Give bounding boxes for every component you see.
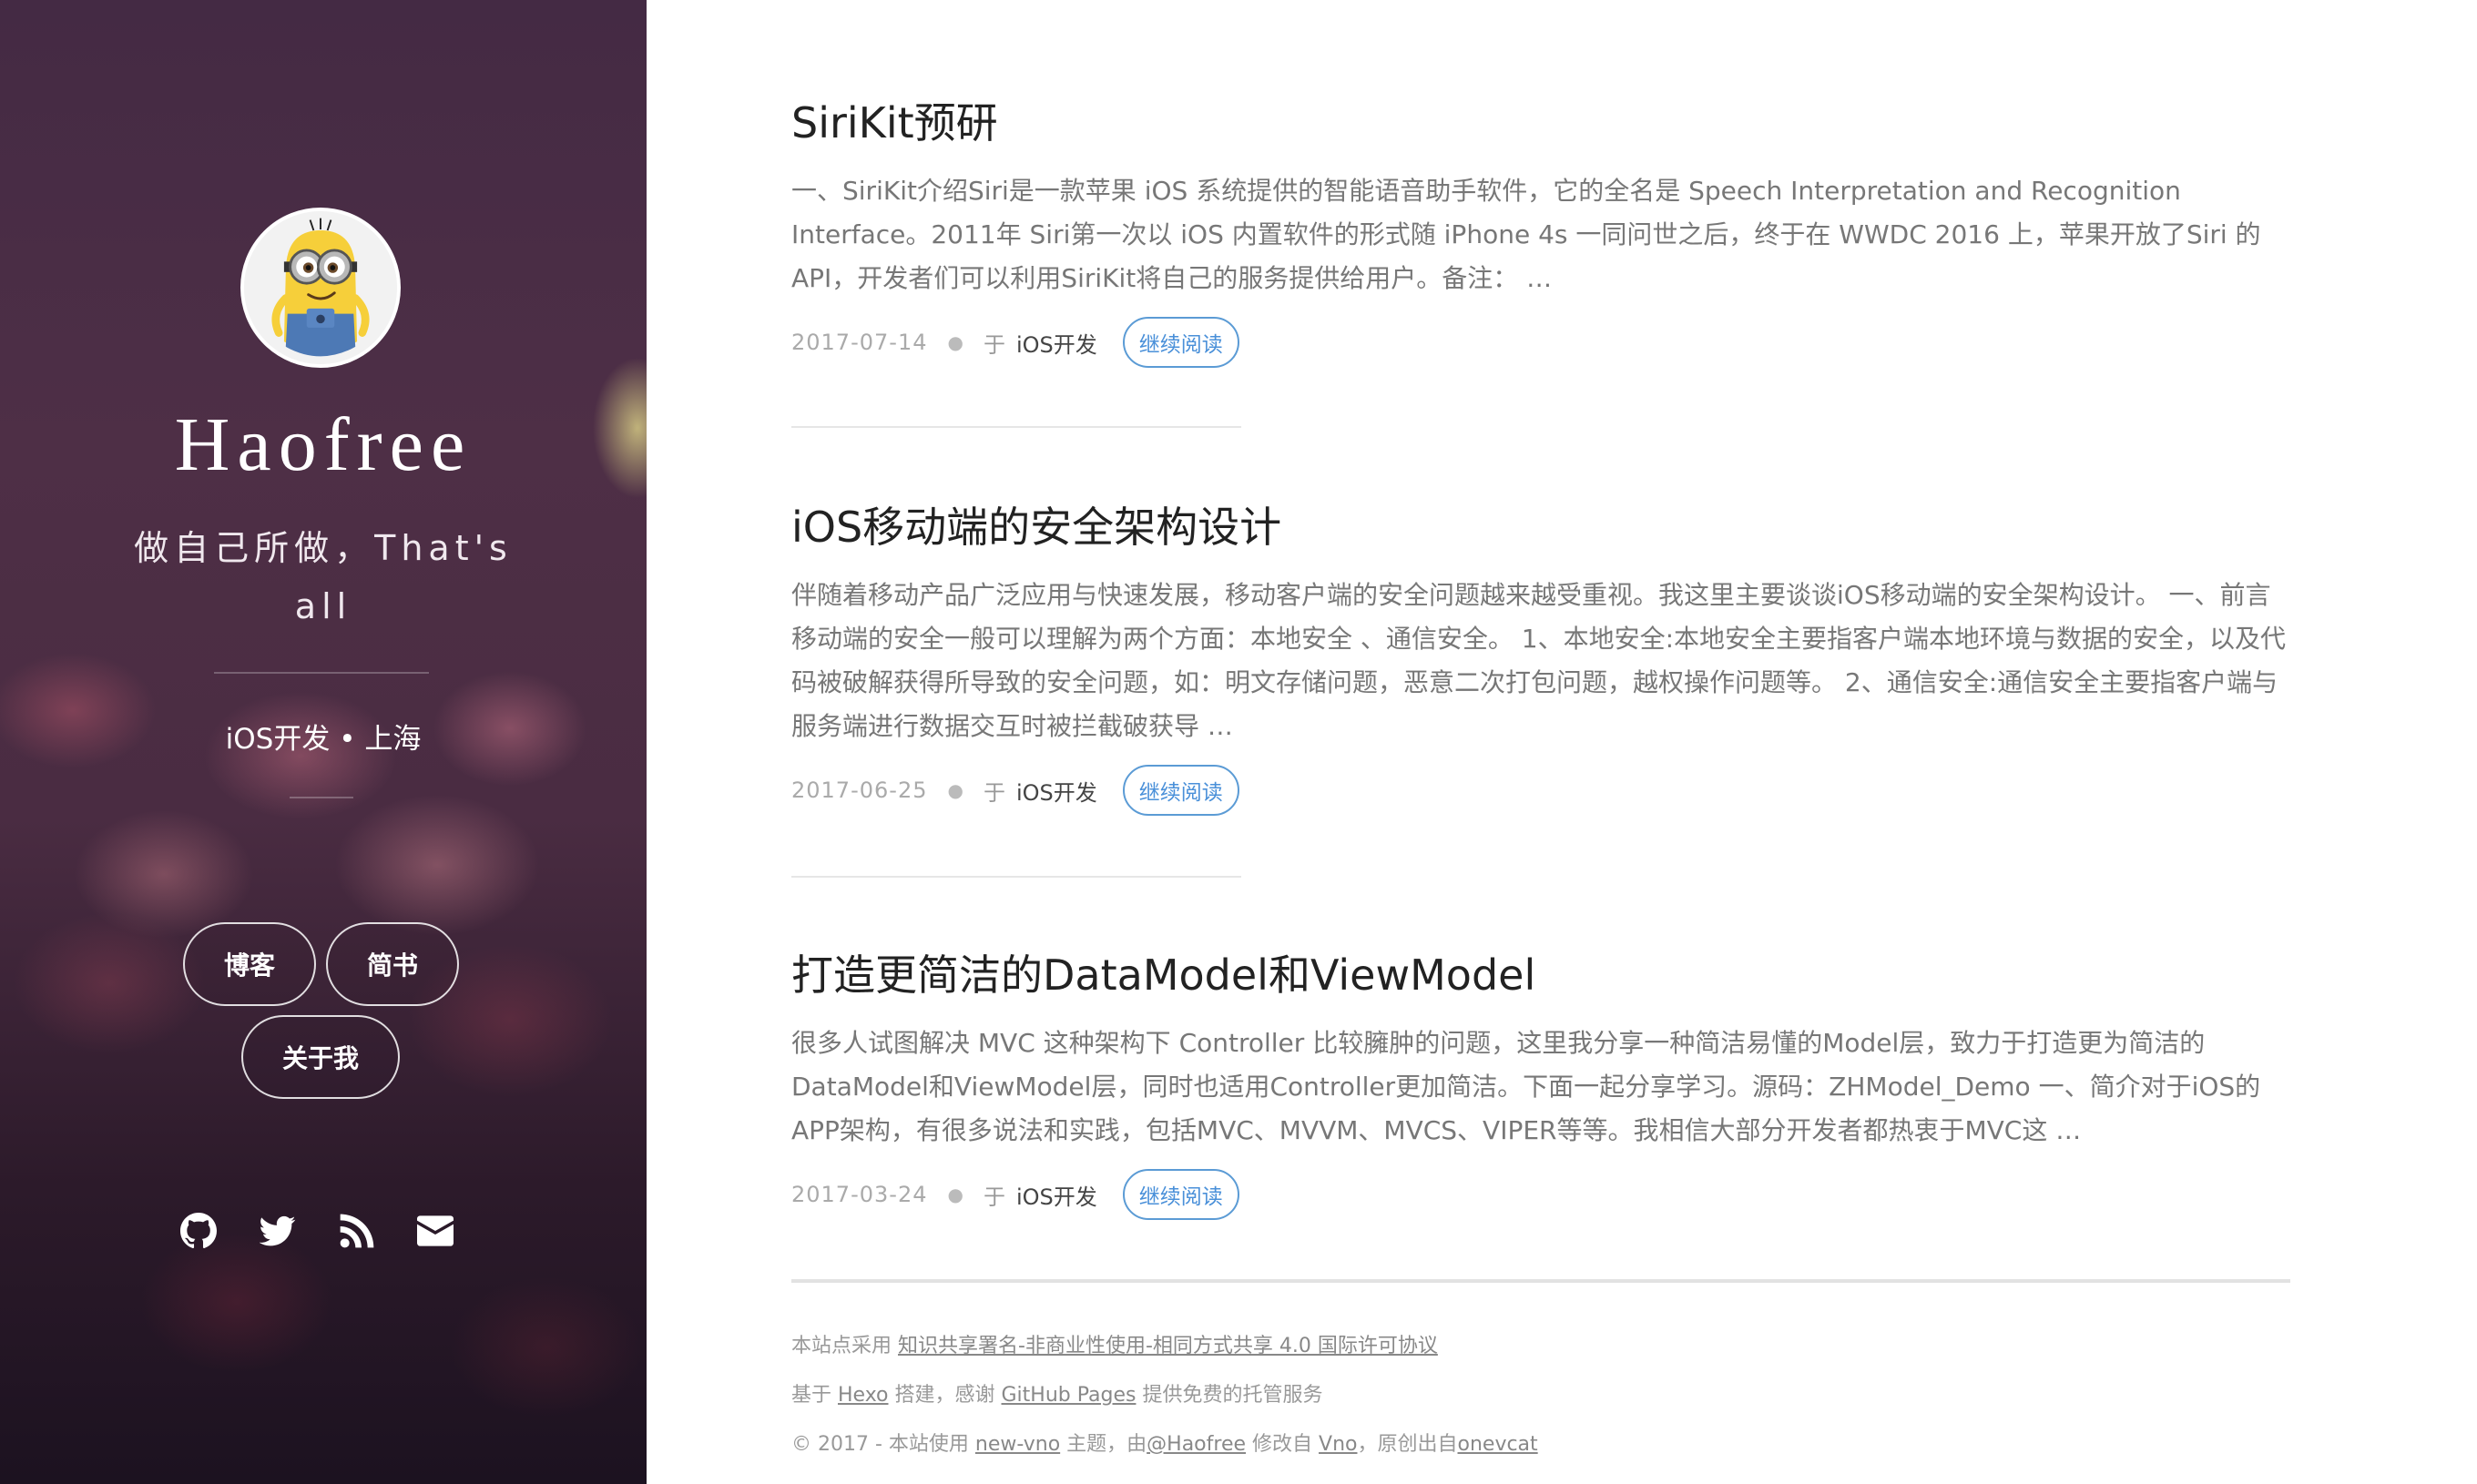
post-category-link[interactable]: iOS开发 xyxy=(1016,775,1097,807)
github-pages-link[interactable]: GitHub Pages xyxy=(1002,1384,1137,1407)
rss-icon[interactable] xyxy=(337,1211,377,1251)
nav-blog-button[interactable]: 博客 xyxy=(183,922,316,1006)
github-icon[interactable] xyxy=(178,1211,219,1251)
footer-text: 搭建，感谢 xyxy=(888,1384,1002,1407)
post-meta: 2017-06-25 ● 于 iOS开发 继续阅读 xyxy=(791,765,2294,816)
post-category-link[interactable]: iOS开发 xyxy=(1016,327,1097,359)
post-title[interactable]: SiriKit预研 xyxy=(791,102,2294,144)
post-title[interactable]: iOS移动端的安全架构设计 xyxy=(791,506,2294,548)
sidebar-divider-short xyxy=(290,797,353,798)
main-content: SiriKit预研 一、SiriKit介绍Siri是一款苹果 iOS 系统提供的… xyxy=(647,0,2477,1484)
footer-copyright: © 2017 - 本站使用 new-vno 主题，由@Haofree 修改自 V… xyxy=(791,1428,1538,1477)
license-link[interactable]: 知识共享署名-非商业性使用-相同方式共享 4.0 国际许可协议 xyxy=(898,1335,1438,1357)
theme-link[interactable]: new-vno xyxy=(975,1433,1060,1456)
post-date: 2017-06-25 xyxy=(791,778,928,803)
footer-text: 主题，由 xyxy=(1060,1433,1147,1456)
site-description: 做自己所做，That's all xyxy=(134,528,513,626)
footer-text: 修改自 xyxy=(1246,1433,1320,1456)
post-excerpt: 一、SiriKit介绍Siri是一款苹果 iOS 系统提供的智能语音助手软件，它… xyxy=(791,176,2261,293)
read-more-button[interactable]: 继续阅读 xyxy=(1122,317,1239,368)
bullet-icon: ● xyxy=(947,1184,963,1205)
read-more-button[interactable]: 继续阅读 xyxy=(1122,765,1239,816)
author-link[interactable]: @Haofree xyxy=(1147,1433,1246,1456)
post-meta: 2017-07-14 ● 于 iOS开发 继续阅读 xyxy=(791,317,2294,368)
post-item: SiriKit预研 一、SiriKit介绍Siri是一款苹果 iOS 系统提供的… xyxy=(791,102,2294,368)
site-meta: iOS开发 • 上海 xyxy=(225,723,422,756)
post-item: 打造更简洁的DataModel和ViewModel 很多人试图解决 MVC 这种… xyxy=(791,954,2294,1220)
sidebar-divider xyxy=(214,672,429,674)
post-meta-prefix: 于 xyxy=(983,331,1005,358)
footer-text: 提供免费的托管服务 xyxy=(1136,1384,1323,1407)
footer-built: 基于 Hexo 搭建，感谢 GitHub Pages 提供免费的托管服务 xyxy=(791,1378,1538,1428)
post-meta: 2017-03-24 ● 于 iOS开发 继续阅读 xyxy=(791,1169,2294,1220)
footer: 本站点采用 知识共享署名-非商业性使用-相同方式共享 4.0 国际许可协议 基于… xyxy=(791,1329,1538,1477)
bullet-icon: ● xyxy=(947,779,963,801)
post-date: 2017-03-24 xyxy=(791,1182,928,1207)
footer-divider xyxy=(791,1279,2290,1283)
post-excerpt: 很多人试图解决 MVC 这种架构下 Controller 比较臃肿的问题，这里我… xyxy=(791,1028,2261,1145)
post-meta-prefix: 于 xyxy=(983,1184,1005,1210)
vno-link[interactable]: Vno xyxy=(1319,1433,1357,1456)
sidebar: Haofree 做自己所做，That's all iOS开发 • 上海 博客 简… xyxy=(0,0,647,1484)
minion-avatar-icon xyxy=(244,211,397,364)
mail-icon[interactable] xyxy=(415,1211,455,1251)
post-separator xyxy=(791,876,1241,878)
bullet-icon: ● xyxy=(947,331,963,353)
footer-text: 本站点采用 xyxy=(791,1335,898,1357)
post-meta-prefix: 于 xyxy=(983,779,1005,806)
nav-about-button[interactable]: 关于我 xyxy=(241,1015,400,1099)
hexo-link[interactable]: Hexo xyxy=(838,1384,889,1407)
post-category-link[interactable]: iOS开发 xyxy=(1016,1179,1097,1211)
twitter-icon[interactable] xyxy=(258,1211,298,1251)
post-date: 2017-07-14 xyxy=(791,330,928,355)
footer-text: ，原创出自 xyxy=(1357,1433,1458,1456)
read-more-button[interactable]: 继续阅读 xyxy=(1122,1169,1239,1220)
site-title[interactable]: Haofree xyxy=(0,401,647,489)
nav-jianshu-button[interactable]: 简书 xyxy=(326,922,459,1006)
footer-text: 基于 xyxy=(791,1384,838,1407)
footer-license: 本站点采用 知识共享署名-非商业性使用-相同方式共享 4.0 国际许可协议 xyxy=(791,1329,1538,1378)
post-item: iOS移动端的安全架构设计 伴随着移动产品广泛应用与快速发展，移动客户端的安全问… xyxy=(791,506,2294,816)
avatar[interactable] xyxy=(240,208,401,368)
post-title[interactable]: 打造更简洁的DataModel和ViewModel xyxy=(791,954,2294,996)
post-separator xyxy=(791,426,1241,428)
onevcat-link[interactable]: onevcat xyxy=(1458,1433,1538,1456)
post-excerpt: 伴随着移动产品广泛应用与快速发展，移动客户端的安全问题越来越受重视。我这里主要谈… xyxy=(791,580,2287,741)
footer-text: © 2017 - 本站使用 xyxy=(791,1433,975,1456)
